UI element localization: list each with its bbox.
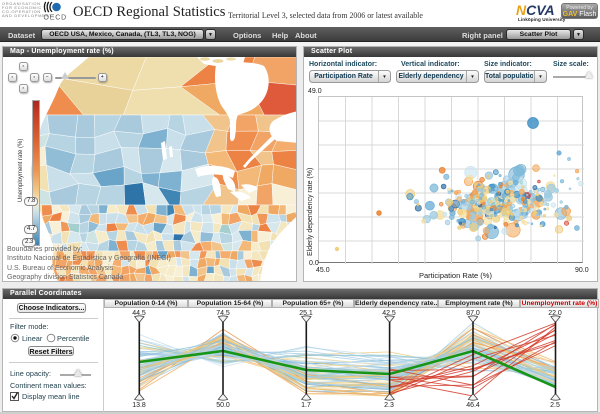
svg-text:OECD: OECD (44, 15, 67, 22)
